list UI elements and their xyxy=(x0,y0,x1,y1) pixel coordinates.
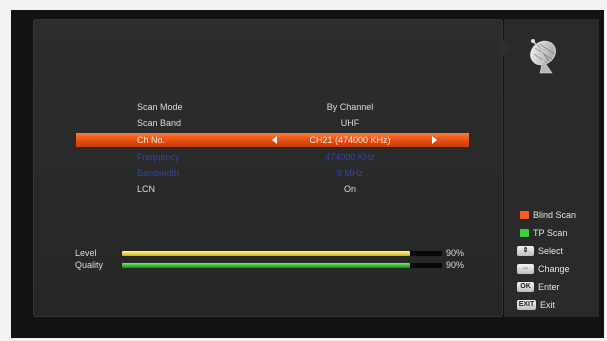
satellite-dish-icon xyxy=(530,39,556,74)
channel-number-row[interactable]: Ch No. CH21 (474000 KHz) xyxy=(76,133,469,147)
red-key-icon xyxy=(520,211,529,219)
frequency-value: 474000 KHz xyxy=(325,152,375,162)
lcn-label: LCN xyxy=(137,184,156,194)
left-right-key-icon: ⇔ xyxy=(517,264,534,274)
scan-mode-label: Scan Mode xyxy=(137,102,183,112)
legend-blind-scan-label: Blind Scan xyxy=(533,210,577,220)
lcn-row[interactable]: LCN On xyxy=(76,182,469,196)
arrow-left-icon[interactable] xyxy=(272,136,277,144)
scan-band-value: UHF xyxy=(340,118,360,128)
bandwidth-value: 8 MHz xyxy=(336,168,363,178)
legend-exit-label: Exit xyxy=(540,300,556,310)
green-key-icon xyxy=(520,229,529,237)
level-label: Level xyxy=(75,248,97,258)
scan-mode-row[interactable]: Scan Mode By Channel xyxy=(76,100,469,114)
bandwidth-row: Bandwidth 8 MHz xyxy=(76,166,469,180)
channel-number-value: CH21 (474000 KHz) xyxy=(309,135,391,145)
legend-enter-label: Enter xyxy=(538,282,560,292)
level-meter-fill xyxy=(122,251,410,256)
scan-mode-value: By Channel xyxy=(326,102,374,112)
frequency-row: Frequency 474000 KHz xyxy=(76,150,469,164)
level-percent: 90% xyxy=(446,248,465,258)
quality-meter xyxy=(122,263,442,268)
channel-number-label: Ch No. xyxy=(137,135,166,145)
scan-band-label: Scan Band xyxy=(137,118,182,128)
panel-notch xyxy=(503,40,511,56)
quality-percent: 90% xyxy=(446,260,465,270)
bandwidth-label: Bandwidth xyxy=(137,168,180,178)
quality-meter-fill xyxy=(122,263,410,268)
exit-key-icon: EXIT xyxy=(517,300,536,310)
lcn-value: On xyxy=(343,184,356,194)
legend-tp-scan-label: TP Scan xyxy=(533,228,568,238)
frequency-label: Frequency xyxy=(137,152,180,162)
up-down-key-icon: ⇕ xyxy=(517,246,534,256)
quality-label: Quality xyxy=(75,260,104,270)
level-meter xyxy=(122,251,442,256)
legend-select-label: Select xyxy=(538,246,564,256)
arrow-right-icon[interactable] xyxy=(432,136,437,144)
ok-key-icon: OK xyxy=(517,282,534,292)
legend-change-label: Change xyxy=(538,264,570,274)
scan-band-row[interactable]: Scan Band UHF xyxy=(76,116,469,130)
